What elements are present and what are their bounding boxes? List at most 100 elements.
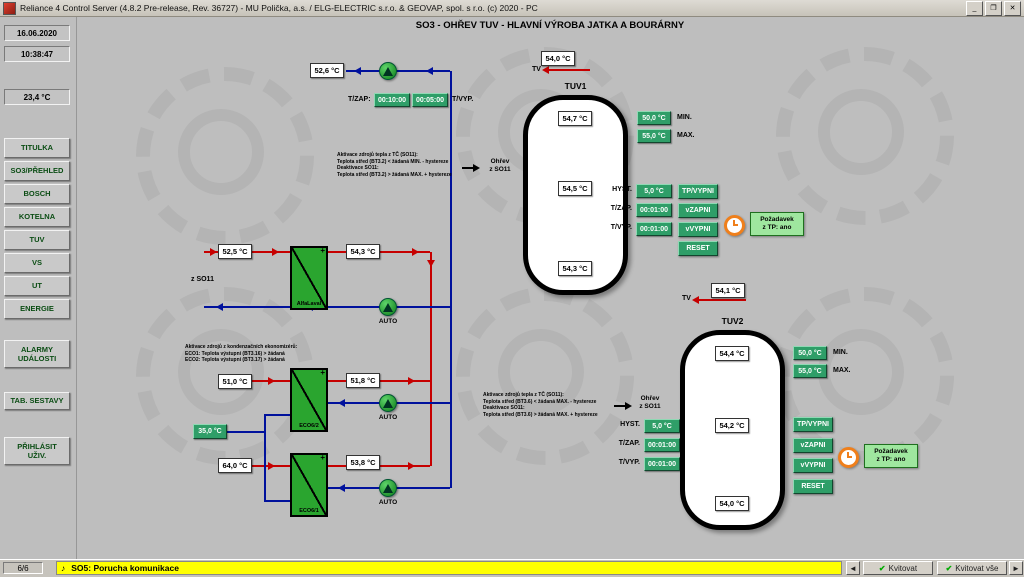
acknowledge-all-button[interactable]: ✔ Kvitovat vše bbox=[937, 561, 1007, 575]
tuv2-vvypni-button[interactable]: vVYPNI bbox=[793, 458, 833, 473]
tuv1-tzap-setpoint[interactable]: 00:01:00 bbox=[636, 203, 672, 217]
request-line2: z TP: ano bbox=[865, 456, 917, 464]
sidebar-item-tab-sestavy[interactable]: TAB. SESTAVY bbox=[4, 392, 70, 410]
tuv2-temp-top: 54,4 °C bbox=[715, 346, 749, 361]
tuv1-min-setpoint[interactable]: 50,0 °C bbox=[637, 111, 671, 125]
sidebar-item-titulka[interactable]: TITULKA bbox=[4, 138, 70, 158]
flow-arrow bbox=[542, 66, 549, 74]
alfalaval-pump-icon[interactable] bbox=[379, 298, 397, 316]
tzap-setpoint[interactable]: 00:10:00 bbox=[374, 93, 410, 107]
tuv2-tp-vypni-button[interactable]: TP/VYPNI bbox=[793, 417, 833, 432]
flow-arrow bbox=[268, 377, 275, 385]
tuv2-temp-mid: 54,2 °C bbox=[715, 418, 749, 433]
tuv2-tzap-setpoint[interactable]: 00:01:00 bbox=[644, 438, 680, 452]
sidebar-item-bosch[interactable]: BOSCH bbox=[4, 184, 70, 204]
tuv1-temp-top: 54,7 °C bbox=[558, 111, 592, 126]
watermark-logo bbox=[776, 47, 954, 225]
page-title: SO3 - OHŘEV TUV - HLAVNÍ VÝROBA JATKA A … bbox=[76, 20, 1024, 31]
flow-arrow bbox=[426, 67, 433, 75]
sidebar-item-prihlasit[interactable]: PŘIHLÁSIT UŽIV. bbox=[4, 437, 70, 465]
flow-arrow bbox=[408, 462, 415, 470]
tuv2-tvyp-label: T/VYP. bbox=[600, 459, 640, 466]
sidebar-item-vs[interactable]: VS bbox=[4, 253, 70, 273]
sidebar-item-kotelna[interactable]: KOTELNA bbox=[4, 207, 70, 227]
eco2-inlet-temp: 51,0 °C bbox=[218, 374, 252, 389]
close-button[interactable]: ✕ bbox=[1004, 1, 1021, 16]
tuv2-tzap-label: T/ZAP. bbox=[600, 440, 640, 447]
pump-mode-label: AUTO bbox=[373, 414, 403, 421]
circulation-pump-icon[interactable] bbox=[379, 62, 397, 80]
tuv2-info-line: Teplota střed (BT3.6) > žádaná MAX. + hy… bbox=[483, 412, 608, 419]
tuv1-tvyp-label: T/VYP. bbox=[592, 224, 632, 231]
tuv1-vzapni-button[interactable]: vZAPNI bbox=[678, 203, 718, 218]
alarm-next-button[interactable]: ► bbox=[1009, 561, 1023, 575]
tuv1-tp-request-icon[interactable] bbox=[724, 215, 745, 236]
flow-arrow bbox=[412, 248, 419, 256]
tuv1-tank-label: TUV1 bbox=[523, 81, 628, 91]
tuv1-ohrev-label: Ohřev z SO11 bbox=[478, 158, 522, 174]
sidebar-item-tuv[interactable]: TUV bbox=[4, 230, 70, 250]
maximize-button[interactable]: ❐ bbox=[985, 1, 1002, 16]
tuv2-tvyp-setpoint[interactable]: 00:01:00 bbox=[644, 457, 680, 471]
tuv2-tp-request-icon[interactable] bbox=[838, 447, 859, 468]
minimize-button[interactable]: _ bbox=[966, 1, 983, 16]
alarm-note-icon: ♪ bbox=[61, 563, 65, 573]
check-icon: ✔ bbox=[879, 564, 886, 573]
hot-pipe-riser bbox=[430, 252, 432, 466]
plus-sign: + bbox=[320, 246, 325, 255]
eco2-pump-icon[interactable] bbox=[379, 394, 397, 412]
tuv2-tp-request-badge: Požadavek z TP: ano bbox=[864, 444, 918, 468]
request-line2: z TP: ano bbox=[751, 224, 803, 232]
tuv2-max-setpoint[interactable]: 55,0 °C bbox=[793, 364, 827, 378]
cold-pipe-riser bbox=[264, 415, 266, 501]
sidebar-item-energie[interactable]: ENERGIE bbox=[4, 299, 70, 319]
alarmy-label-line2: UDÁLOSTI bbox=[18, 354, 56, 363]
sidebar-item-so3-prehled[interactable]: SO3/PŘEHLED bbox=[4, 161, 70, 181]
flow-arrow bbox=[210, 248, 217, 256]
login-label-line1: PŘIHLÁSIT bbox=[17, 442, 57, 451]
ohrev-line1: Ohřev bbox=[628, 395, 672, 403]
tuv1-tp-vypni-button[interactable]: TP/VYPNI bbox=[678, 184, 718, 199]
outdoor-temp-display: 23,4 °C bbox=[4, 89, 70, 105]
source-label: z SO11 bbox=[191, 276, 214, 283]
tuv2-supply-temp: 54,1 °C bbox=[711, 283, 745, 298]
alarm-prev-button[interactable]: ◄ bbox=[846, 561, 860, 575]
sidebar-item-alarmy[interactable]: ALARMY UDÁLOSTI bbox=[4, 340, 70, 368]
statusbar: 6/6 ♪ SO5: Porucha komunikace ◄ ✔ Kvitov… bbox=[0, 559, 1024, 577]
acknowledge-button[interactable]: ✔ Kvitovat bbox=[863, 561, 933, 575]
watermark-logo bbox=[456, 287, 634, 465]
watermark-logo bbox=[136, 67, 314, 245]
tuv2-vzapni-button[interactable]: vZAPNI bbox=[793, 438, 833, 453]
tzap-label: T/ZAP: bbox=[348, 96, 371, 103]
tuv1-tvyp-setpoint[interactable]: 00:01:00 bbox=[636, 222, 672, 236]
tuv1-hyst-label: HYST. bbox=[592, 186, 632, 193]
flow-arrow bbox=[216, 303, 223, 311]
tuv2-min-setpoint[interactable]: 50,0 °C bbox=[793, 346, 827, 360]
tuv1-reset-button[interactable]: RESET bbox=[678, 241, 718, 256]
tvyp-setpoint[interactable]: 00:05:00 bbox=[412, 93, 448, 107]
tuv2-reset-button[interactable]: RESET bbox=[793, 479, 833, 494]
pump-mode-label: AUTO bbox=[373, 499, 403, 506]
tuv2-tv-pipe bbox=[698, 299, 746, 301]
acknowledge-all-label: Kvitovat vše bbox=[955, 564, 998, 573]
tuv2-hyst-setpoint[interactable]: 5,0 °C bbox=[644, 419, 680, 433]
tuv1-tv-pipe bbox=[548, 69, 590, 71]
pump-mode-label: AUTO bbox=[373, 318, 403, 325]
current-alarm-line[interactable]: ♪ SO5: Porucha komunikace bbox=[56, 561, 842, 575]
alarmy-label-line1: ALARMY bbox=[21, 345, 53, 354]
tuv1-tzap-label: T/ZAP. bbox=[592, 205, 632, 212]
tuv1-vvypni-button[interactable]: vVYPNI bbox=[678, 222, 718, 237]
tuv1-max-setpoint[interactable]: 55,0 °C bbox=[637, 129, 671, 143]
exchanger-label: ECO6/2 bbox=[292, 423, 326, 429]
request-line1: Požadavek bbox=[865, 448, 917, 456]
flow-arrow bbox=[338, 399, 345, 407]
eco1-pump-icon[interactable] bbox=[379, 479, 397, 497]
tuv2-ohrev-label: Ohřev z SO11 bbox=[628, 395, 672, 411]
sidebar-item-ut[interactable]: UT bbox=[4, 276, 70, 296]
tuv1-hyst-setpoint[interactable]: 5,0 °C bbox=[636, 184, 672, 198]
tuv1-info-line: Teplota střed (BT3.2) > žádaná MAX. + hy… bbox=[337, 172, 462, 179]
ohrev-line2: z SO11 bbox=[628, 403, 672, 411]
app-icon bbox=[3, 2, 16, 15]
tuv1-tv-label: TV bbox=[532, 66, 541, 73]
login-label-line2: UŽIV. bbox=[28, 451, 46, 460]
